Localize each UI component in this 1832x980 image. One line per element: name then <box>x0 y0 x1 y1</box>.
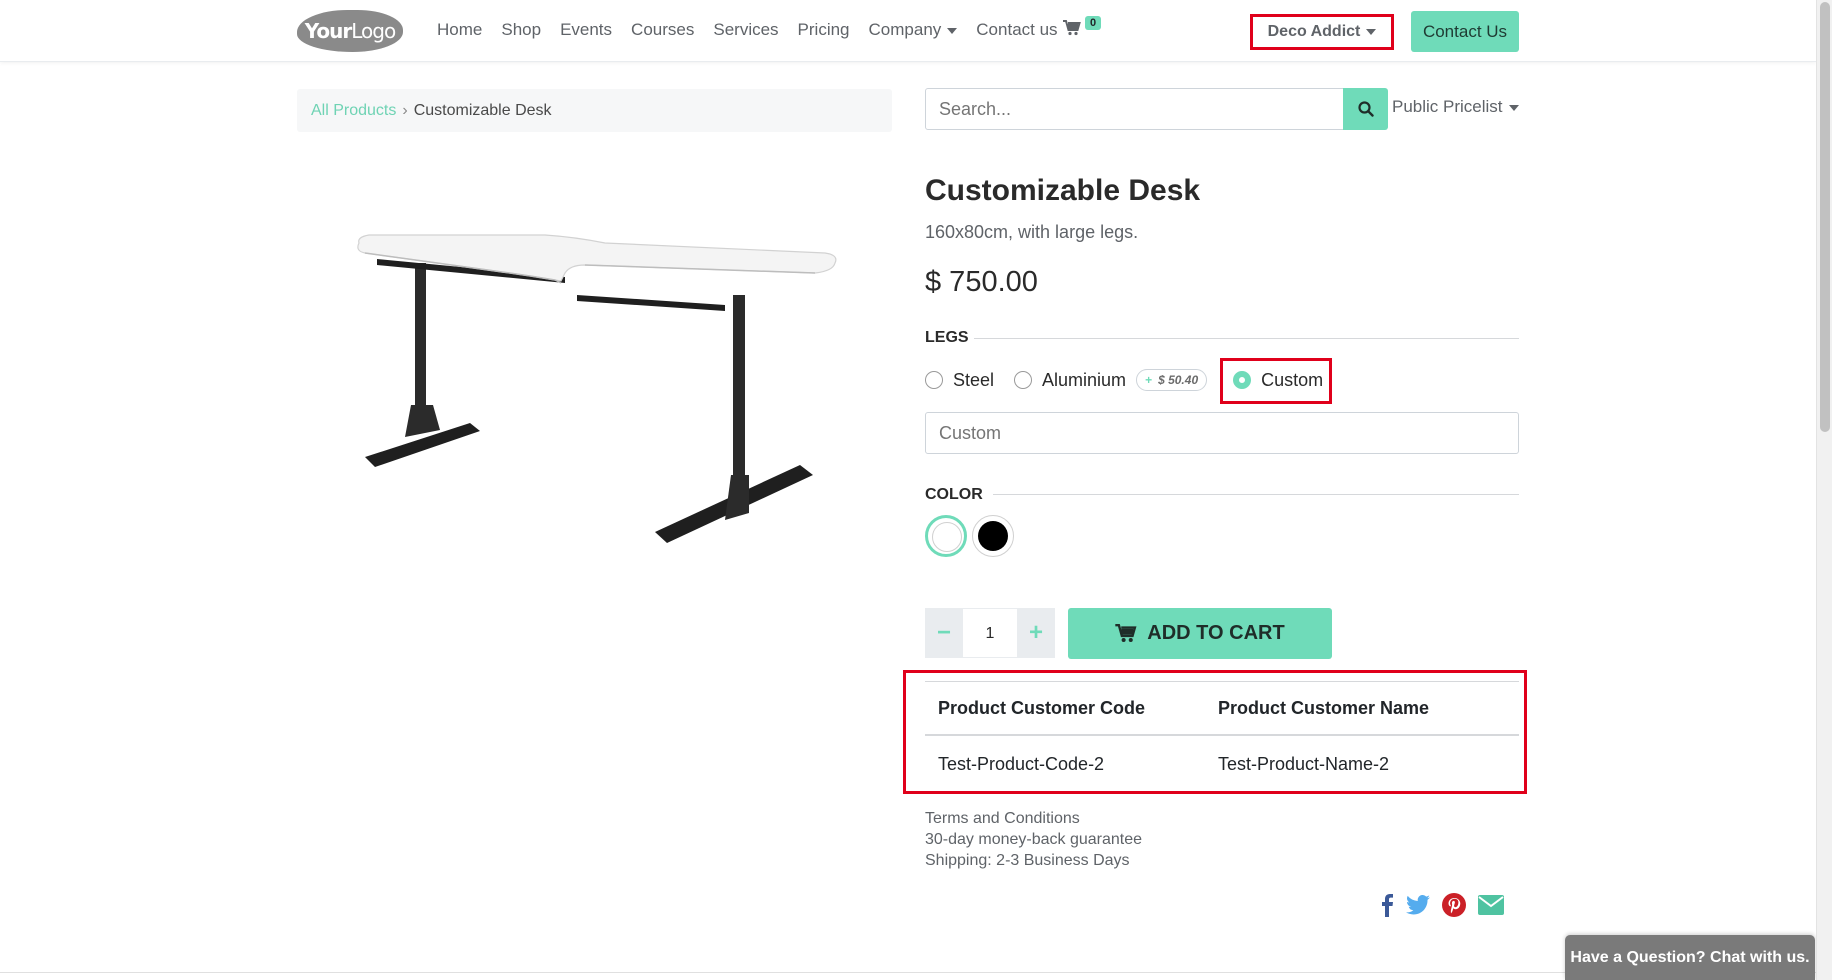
legs-divider <box>974 338 1519 339</box>
product-title: Customizable Desk <box>925 174 1201 207</box>
add-to-cart-label: ADD TO CART <box>1147 622 1285 644</box>
chevron-down-icon <box>1366 28 1377 35</box>
facebook-icon[interactable] <box>1380 893 1394 917</box>
product-description: 160x80cm, with large legs. <box>925 222 1139 242</box>
legs-option-aluminium[interactable]: Aluminium <box>1014 370 1126 391</box>
color-label: COLOR <box>925 486 983 503</box>
top-navbar: YourLogo Home Shop Events Courses Servic… <box>0 0 1816 62</box>
scrollbar[interactable] <box>1816 0 1832 980</box>
steel-label: Steel <box>953 369 995 390</box>
nav-courses[interactable]: Courses <box>631 20 694 40</box>
terms-link[interactable]: Terms and Conditions <box>925 808 1142 829</box>
header-customer-name: Product Customer Name <box>1218 697 1430 718</box>
search-input[interactable] <box>925 88 1344 130</box>
nav-home[interactable]: Home <box>437 20 482 40</box>
decrease-quantity-button[interactable]: − <box>925 608 963 658</box>
user-menu-label: Deco Addict <box>1267 23 1361 40</box>
add-to-cart-button[interactable]: ADD TO CART <box>1068 608 1332 659</box>
aluminium-extra-price: $ 50.40 <box>1158 373 1199 387</box>
contact-us-button[interactable]: Contact Us <box>1411 11 1519 52</box>
footer-divider <box>0 972 1816 973</box>
shipping-text: Shipping: 2-3 Business Days <box>925 852 1130 869</box>
share-icons <box>1380 893 1504 917</box>
quantity-stepper: − 1 + <box>925 608 1055 658</box>
twitter-icon[interactable] <box>1406 895 1430 915</box>
nav-services[interactable]: Services <box>713 20 778 40</box>
chevron-right-icon: › <box>402 102 408 119</box>
steel-radio[interactable] <box>925 371 943 389</box>
pricelist-label: Public Pricelist <box>1392 97 1503 116</box>
increase-quantity-button[interactable]: + <box>1017 608 1055 658</box>
breadcrumb-current: Customizable Desk <box>413 102 552 119</box>
legs-label: LEGS <box>925 329 969 346</box>
table-row: Test-Product-Code-2 Test-Product-Name-2 <box>925 736 1519 792</box>
logo-text-light: Logo <box>351 19 396 43</box>
aluminium-radio[interactable] <box>1014 371 1033 389</box>
scrollbar-thumb[interactable] <box>1820 2 1830 432</box>
plus-icon: + <box>1028 619 1043 646</box>
email-icon[interactable] <box>1478 895 1504 915</box>
search-icon <box>1357 101 1374 117</box>
breadcrumb-all-products[interactable]: All Products <box>311 102 396 119</box>
cell-customer-code: Test-Product-Code-2 <box>938 753 1105 774</box>
terms-block: Terms and Conditions 30-day money-back g… <box>925 808 1142 871</box>
quantity-input[interactable]: 1 <box>963 608 1017 658</box>
legs-option-steel[interactable]: Steel <box>925 370 994 391</box>
customer-info-table: Product Customer Code Product Customer N… <box>925 681 1519 792</box>
header-customer-code: Product Customer Code <box>938 697 1146 718</box>
breadcrumb: All Products › Customizable Desk <box>297 89 892 132</box>
custom-legs-input[interactable] <box>925 412 1519 454</box>
pricelist-dropdown[interactable]: Public Pricelist <box>1392 97 1519 117</box>
pinterest-icon[interactable] <box>1442 893 1466 917</box>
nav-company-dropdown[interactable]: Company <box>869 20 958 40</box>
logo[interactable]: YourLogo <box>297 10 403 52</box>
nav-shop[interactable]: Shop <box>501 20 541 40</box>
color-divider <box>993 494 1519 495</box>
aluminium-label: Aluminium <box>1042 369 1127 390</box>
chevron-down-icon <box>947 27 958 34</box>
color-swatch-black[interactable] <box>972 515 1014 557</box>
cart-icon[interactable] <box>1063 20 1081 41</box>
product-price: $ 750.00 <box>925 266 1038 298</box>
nav-contact-us[interactable]: Contact us <box>976 20 1057 40</box>
table-header: Product Customer Code Product Customer N… <box>925 682 1519 736</box>
color-swatch-white[interactable] <box>925 515 967 557</box>
nav-events[interactable]: Events <box>560 20 612 40</box>
nav-pricing[interactable]: Pricing <box>798 20 850 40</box>
user-menu-dropdown[interactable]: Deco Addict <box>1250 14 1394 50</box>
cart-icon <box>1115 624 1137 643</box>
cell-customer-name: Test-Product-Name-2 <box>1218 753 1390 774</box>
logo-text-bold: Your <box>304 19 352 43</box>
aluminium-extra-price-badge: + $ 50.40 <box>1136 369 1208 391</box>
custom-option-highlight <box>1220 358 1332 404</box>
search-button[interactable] <box>1343 88 1388 130</box>
main-nav: Home Shop Events Courses Services Pricin… <box>437 20 1077 40</box>
cart-count-badge: 0 <box>1085 16 1102 30</box>
guarantee-text: 30-day money-back guarantee <box>925 831 1143 848</box>
nav-company-label: Company <box>868 20 942 39</box>
plus-icon: + <box>1145 373 1153 387</box>
chevron-down-icon <box>1508 104 1519 111</box>
product-image <box>357 234 837 543</box>
live-chat-button[interactable]: Have a Question? Chat with us. <box>1565 935 1815 980</box>
minus-icon: − <box>936 619 951 646</box>
